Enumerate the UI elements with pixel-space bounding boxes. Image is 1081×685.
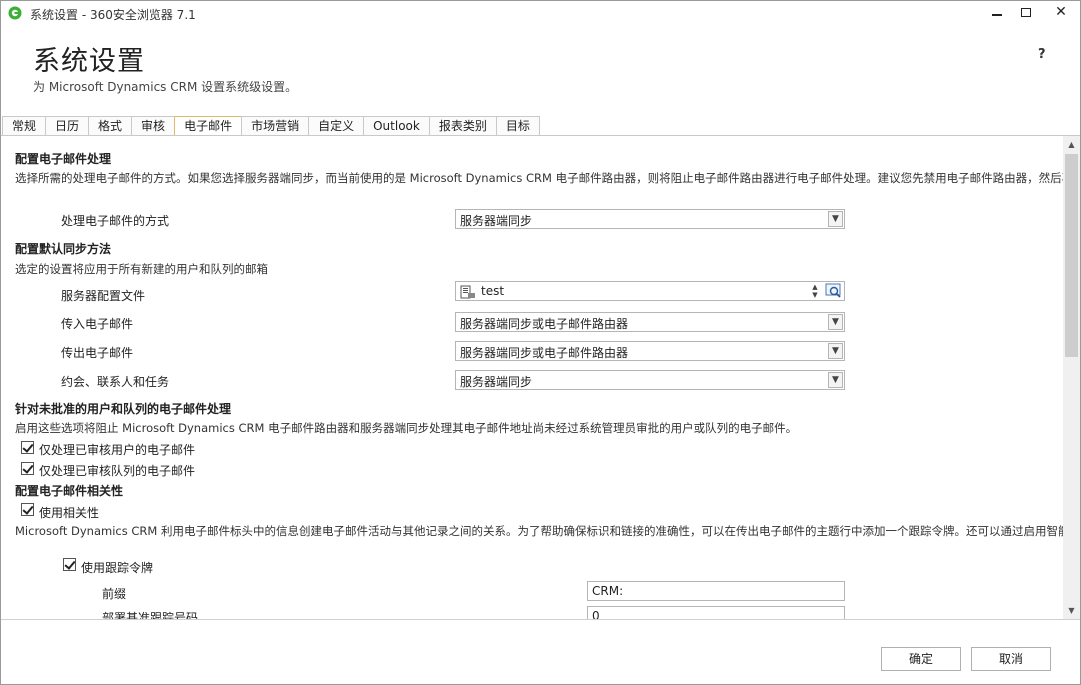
outgoing-email-select[interactable]: 服务器端同步或电子邮件路由器 ▼ — [455, 341, 845, 361]
lookup-icon[interactable] — [825, 283, 843, 299]
tab-general[interactable]: 常规 — [2, 116, 47, 136]
process-email-method-value: 服务器端同步 — [460, 214, 533, 228]
appointments-value: 服务器端同步 — [460, 375, 533, 389]
appointments-label: 约会、联系人和任务 — [61, 375, 170, 389]
use-tracking-token-checkbox[interactable] — [63, 558, 76, 571]
chevron-down-icon: ▼ — [828, 314, 843, 330]
cancel-button[interactable]: 取消 — [971, 647, 1051, 671]
prefix-value: CRM: — [592, 584, 624, 598]
server-profile-label: 服务器配置文件 — [61, 289, 146, 303]
tab-auditing[interactable]: 审核 — [131, 116, 176, 136]
tab-outlook[interactable]: Outlook — [363, 116, 430, 136]
prefix-label: 前缀 — [102, 587, 127, 601]
scrollbar-thumb[interactable] — [1065, 154, 1078, 357]
approved-queues-checkbox[interactable] — [21, 462, 34, 475]
tab-customization[interactable]: 自定义 — [308, 116, 365, 136]
deploy-base-label: 部署基准跟踪号码 — [102, 611, 199, 619]
vertical-scrollbar[interactable]: ▲ ▼ — [1063, 136, 1080, 619]
outgoing-email-label: 传出电子邮件 — [61, 346, 134, 360]
incoming-email-select[interactable]: 服务器端同步或电子邮件路由器 ▼ — [455, 312, 845, 332]
help-button[interactable]: ? — [1038, 47, 1046, 62]
scroll-down-icon[interactable]: ▼ — [1063, 602, 1080, 619]
deploy-base-value: 0 — [592, 609, 600, 619]
section-description-email-processing: 选择所需的处理电子邮件的方式。如果您选择服务器端同步，而当前使用的是 Micro… — [15, 171, 1063, 185]
prefix-input[interactable]: CRM: — [587, 581, 845, 601]
use-correlation-checkbox[interactable] — [21, 503, 34, 516]
close-icon: ✕ — [1055, 4, 1067, 20]
server-profile-lookup[interactable]: test ▲ ▼ — [455, 281, 845, 301]
ok-button[interactable]: 确定 — [881, 647, 961, 671]
approved-queues-label: 仅处理已审核队列的电子邮件 — [39, 464, 196, 478]
tab-marketing[interactable]: 市场营销 — [241, 116, 310, 136]
browser-logo-icon — [8, 6, 22, 20]
process-email-method-label: 处理电子邮件的方式 — [61, 214, 170, 228]
footer: 确定 取消 — [1, 619, 1080, 684]
approved-users-label: 仅处理已审核用户的电子邮件 — [39, 443, 196, 457]
tab-calendar[interactable]: 日历 — [45, 116, 90, 136]
chevron-down-icon: ▼ — [828, 372, 843, 388]
page-title: 系统设置 — [33, 46, 145, 77]
tab-email[interactable]: 电子邮件 — [174, 116, 243, 136]
section-description-default-sync: 选定的设置将应用于所有新建的用户和队列的邮箱 — [15, 262, 268, 276]
section-description-unapproved: 启用这些选项将阻止 Microsoft Dynamics CRM 电子邮件路由器… — [15, 421, 798, 435]
section-heading-correlation: 配置电子邮件相关性 — [15, 484, 124, 498]
settings-window: 系统设置 - 360安全浏览器 7.1 ✕ 系统设置 为 Microsoft D… — [0, 0, 1081, 685]
section-heading-unapproved: 针对未批准的用户和队列的电子邮件处理 — [15, 402, 232, 416]
tab-formats[interactable]: 格式 — [88, 116, 133, 136]
tab-bar: 常规 日历 格式 审核 电子邮件 市场营销 自定义 Outlook 报表类别 目… — [2, 116, 540, 136]
server-profile-icon — [460, 285, 475, 299]
scroll-up-icon[interactable]: ▲ — [1063, 136, 1080, 153]
title-bar: 系统设置 - 360安全浏览器 7.1 ✕ — [1, 1, 1080, 25]
chevron-down-icon: ▼ — [828, 343, 843, 359]
incoming-email-value: 服务器端同步或电子邮件路由器 — [460, 317, 629, 331]
page-subtitle: 为 Microsoft Dynamics CRM 设置系统级设置。 — [33, 80, 298, 94]
tab-goals[interactable]: 目标 — [495, 116, 540, 136]
close-button[interactable]: ✕ — [1043, 1, 1079, 23]
appointments-select[interactable]: 服务器端同步 ▼ — [455, 370, 845, 390]
tab-reporting-categories[interactable]: 报表类别 — [428, 116, 497, 136]
use-tracking-token-label: 使用跟踪令牌 — [81, 561, 154, 575]
spinner-icon[interactable]: ▲ ▼ — [810, 283, 820, 299]
deploy-base-input[interactable]: 0 — [587, 606, 845, 619]
approved-users-checkbox[interactable] — [21, 441, 34, 454]
window-title: 系统设置 - 360安全浏览器 7.1 — [30, 8, 196, 22]
maximize-icon — [1021, 7, 1031, 17]
email-settings-panel: 配置电子邮件处理 选择所需的处理电子邮件的方式。如果您选择服务器端同步，而当前使… — [1, 136, 1063, 619]
section-heading-default-sync: 配置默认同步方法 — [15, 242, 112, 256]
use-correlation-label: 使用相关性 — [39, 506, 100, 520]
incoming-email-label: 传入电子邮件 — [61, 317, 134, 331]
section-heading-email-processing: 配置电子邮件处理 — [15, 152, 112, 166]
server-profile-value: test — [481, 284, 505, 298]
maximize-button[interactable] — [1008, 1, 1044, 23]
minimize-icon — [992, 14, 1002, 16]
process-email-method-select[interactable]: 服务器端同步 ▼ — [455, 209, 845, 229]
outgoing-email-value: 服务器端同步或电子邮件路由器 — [460, 346, 629, 360]
chevron-down-icon: ▼ — [828, 211, 843, 227]
section-description-correlation: Microsoft Dynamics CRM 利用电子邮件标头中的信息创建电子邮… — [15, 524, 1063, 538]
